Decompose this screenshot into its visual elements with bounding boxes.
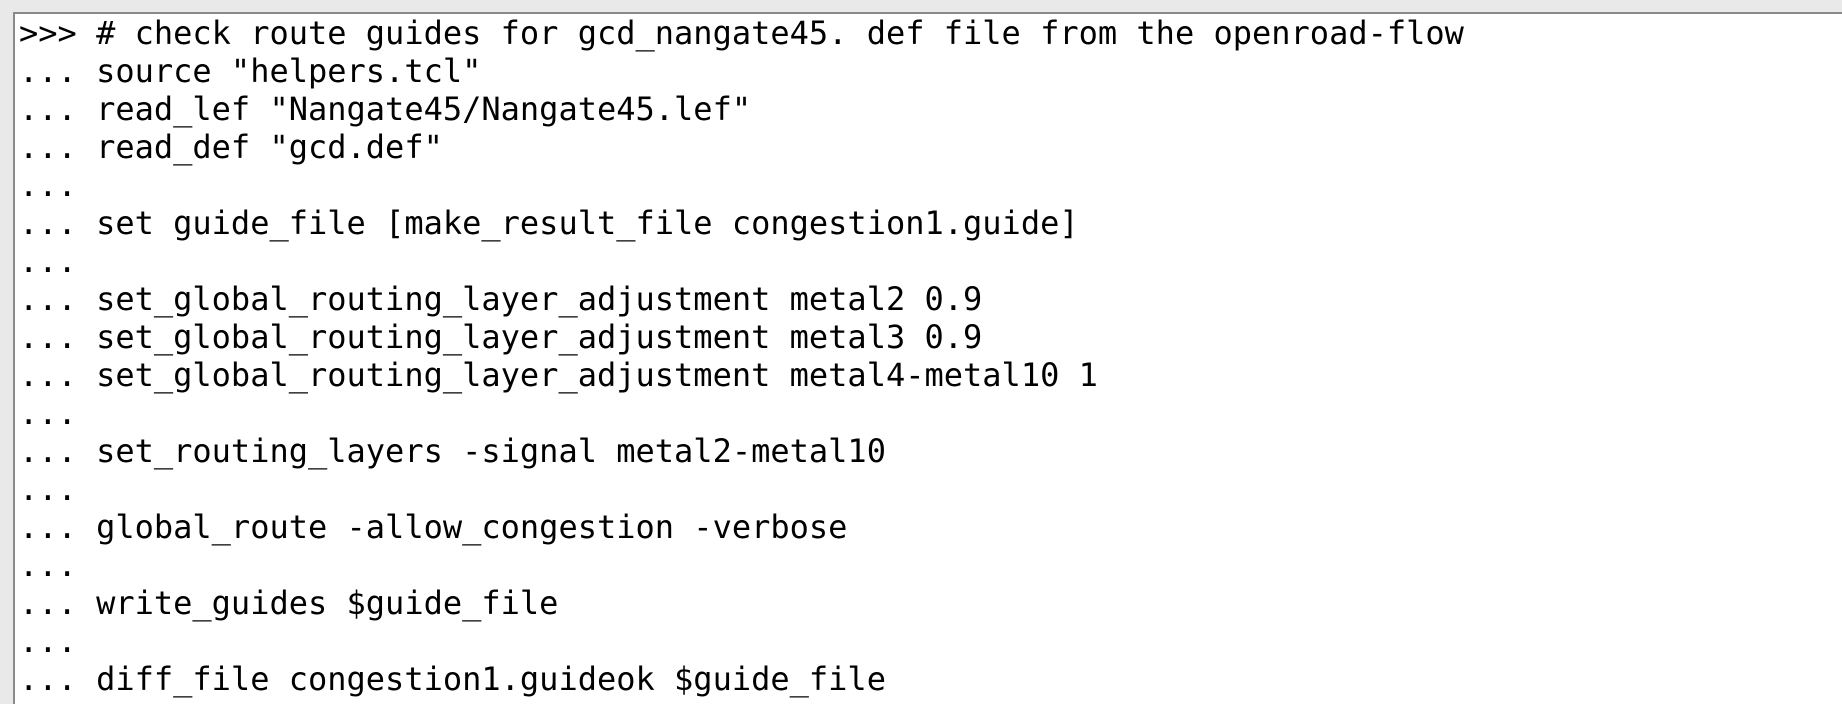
console-line: ... read_lef "Nangate45/Nangate45.lef"	[19, 90, 752, 128]
console-line: ...	[19, 166, 77, 204]
console-output: >>> # check route guides for gcd_nangate…	[19, 14, 1464, 698]
console-line: ... write_guides $guide_file	[19, 584, 559, 622]
console-line: >>> # check route guides for gcd_nangate…	[19, 14, 1464, 52]
console-line: ... read_def "gcd.def"	[19, 128, 443, 166]
console-line: ...	[19, 546, 77, 584]
console-line: ... diff_file congestion1.guideok $guide…	[19, 660, 886, 698]
console-line: ... set_global_routing_layer_adjustment …	[19, 318, 983, 356]
console-line: ... global_route -allow_congestion -verb…	[19, 508, 848, 546]
console-line: ... set_global_routing_layer_adjustment …	[19, 280, 983, 318]
console-line: ... source "helpers.tcl"	[19, 52, 482, 90]
console-line: ... set guide_file [make_result_file con…	[19, 204, 1079, 242]
console-line: ...	[19, 394, 77, 432]
console-line: ...	[19, 622, 77, 660]
console-line: ... set_global_routing_layer_adjustment …	[19, 356, 1098, 394]
python-console[interactable]: >>> # check route guides for gcd_nangate…	[13, 12, 1842, 704]
console-line: ... set_routing_layers -signal metal2-me…	[19, 432, 886, 470]
console-line: ...	[19, 470, 77, 508]
console-line: ...	[19, 242, 77, 280]
